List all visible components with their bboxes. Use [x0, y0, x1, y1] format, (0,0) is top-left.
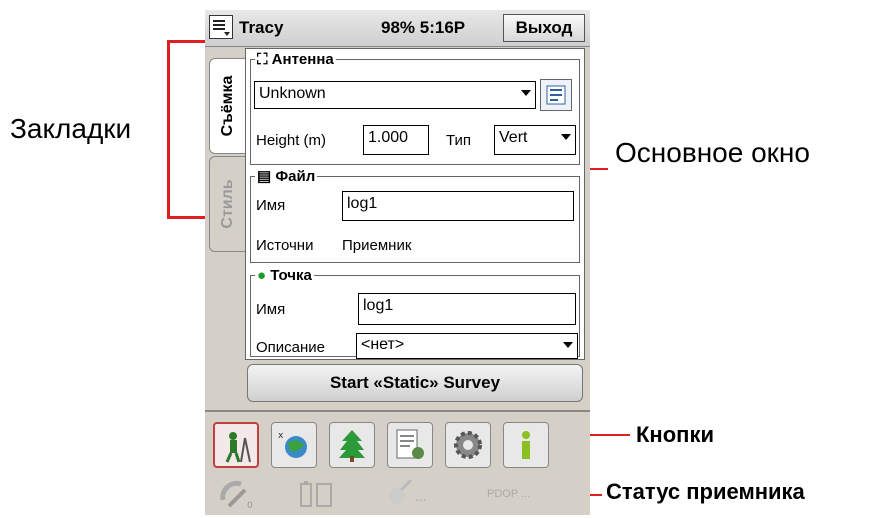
- info-icon: [522, 431, 530, 459]
- file-source-value: Приемник: [342, 237, 412, 254]
- satellite-count-icon: 0: [220, 480, 253, 511]
- height-input[interactable]: 1.000: [363, 125, 429, 155]
- chevron-down-icon: [563, 342, 573, 348]
- antenna-model-select[interactable]: Unknown: [254, 81, 536, 109]
- antenna-legend: ⛶ Антенна: [257, 51, 334, 68]
- tab-style-label: Стиль: [218, 179, 236, 229]
- app-name: Tracy: [239, 18, 284, 37]
- annotation-buttons: Кнопки: [636, 422, 714, 447]
- file-legend: ▤ Файл: [257, 168, 316, 185]
- toolbar: x: [205, 410, 590, 472]
- point-legend: ● Точка: [257, 267, 312, 284]
- tree-icon: [339, 430, 365, 462]
- gear-icon: [454, 431, 482, 459]
- svg-text:x: x: [278, 431, 284, 441]
- tabs-bracket-vertical: [167, 40, 170, 218]
- antenna-list-button[interactable]: [540, 79, 572, 111]
- cogo-icon: x: [278, 431, 307, 458]
- chevron-down-icon: [561, 134, 571, 140]
- description-select[interactable]: <нет>: [356, 333, 578, 359]
- notebook-satellite-icon: [396, 429, 424, 459]
- annotation-main-window: Основное окно: [615, 137, 810, 168]
- pdop-status: PDOP ...: [487, 488, 531, 500]
- annotation-tabs: Закладки: [10, 113, 132, 144]
- cogo-button[interactable]: x: [271, 422, 317, 468]
- file-name-input[interactable]: log1: [342, 191, 574, 221]
- tabs-bracket-bottom: [167, 216, 205, 219]
- point-name-label: Имя: [256, 301, 286, 318]
- chevron-down-icon: [521, 90, 531, 96]
- title-bar: Tracy 98% 5:16P Выход: [205, 10, 590, 47]
- height-label: Height (m): [256, 132, 327, 149]
- description-label: Описание: [256, 339, 326, 356]
- tree-button[interactable]: [329, 422, 375, 468]
- battery-icon: [300, 481, 332, 507]
- tab-style[interactable]: Стиль: [209, 156, 245, 252]
- point-name-input[interactable]: log1: [358, 293, 576, 325]
- tab-survey[interactable]: Съёмка: [209, 58, 245, 154]
- surveyor-icon: [225, 432, 251, 463]
- file-icon: ▤: [257, 168, 276, 185]
- battery-time-status: 98% 5:16P: [381, 18, 466, 37]
- annotation-receiver-status: Статус приемника: [606, 479, 805, 504]
- start-menu-icon[interactable]: [209, 15, 233, 39]
- link-status-text: ...: [415, 488, 427, 504]
- main-panel: ⛶ Антенна Unknown Height (m) 1.000 Тип V…: [245, 48, 585, 360]
- link-status: [385, 478, 415, 515]
- exit-button[interactable]: Выход: [503, 14, 585, 42]
- tab-strip: Съёмка Стиль: [205, 48, 245, 448]
- antenna-icon: ⛶: [257, 51, 272, 68]
- link-icon: [389, 478, 413, 504]
- settings-button[interactable]: [445, 422, 491, 468]
- satellite-status: 0: [219, 478, 259, 515]
- start-survey-button[interactable]: Start «Static» Survey: [247, 364, 583, 402]
- svg-text:0: 0: [247, 501, 253, 510]
- info-button[interactable]: [503, 422, 549, 468]
- battery-status: [297, 478, 337, 515]
- tab-survey-label: Съёмка: [218, 75, 236, 137]
- receiver-status-bar: 0 ... PDOP ...: [205, 472, 590, 515]
- file-source-label: Источни: [256, 237, 314, 254]
- device-screen: Tracy 98% 5:16P Выход Съёмка Стиль ⛶ Ант…: [205, 10, 590, 515]
- tabs-bracket-top: [167, 40, 205, 43]
- antenna-type-select[interactable]: Vert: [494, 125, 576, 155]
- type-label: Тип: [446, 132, 472, 149]
- antenna-list-icon: [546, 85, 566, 105]
- notebook-button[interactable]: [387, 422, 433, 468]
- point-icon: ●: [257, 267, 271, 284]
- file-name-label: Имя: [256, 197, 286, 214]
- survey-button[interactable]: [213, 422, 259, 468]
